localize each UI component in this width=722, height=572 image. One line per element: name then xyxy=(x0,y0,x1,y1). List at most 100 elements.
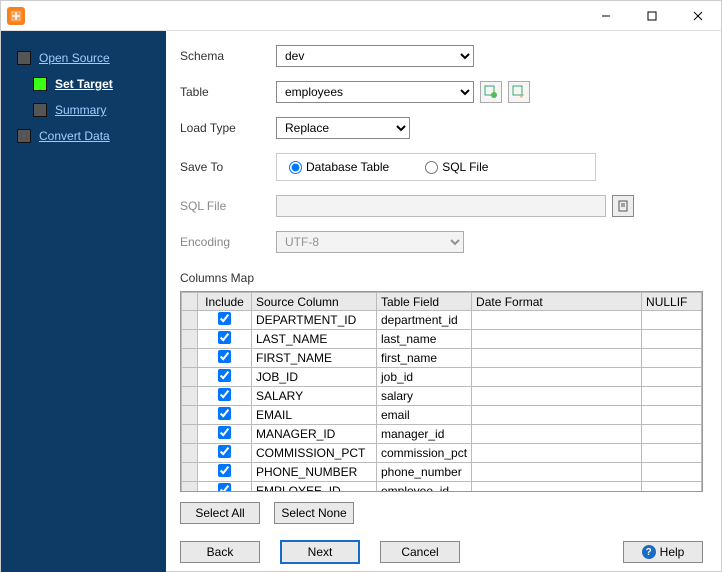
field-cell[interactable]: phone_number xyxy=(377,463,472,482)
nullif-cell[interactable] xyxy=(642,463,702,482)
sidebar-item-summary[interactable]: Summary xyxy=(1,97,166,123)
include-checkbox[interactable] xyxy=(218,426,231,439)
saveto-db-radio[interactable]: Database Table xyxy=(289,160,389,174)
include-cell[interactable] xyxy=(198,406,252,425)
include-checkbox[interactable] xyxy=(218,464,231,477)
table-row[interactable]: MANAGER_IDmanager_id xyxy=(182,425,702,444)
date-format-cell[interactable] xyxy=(472,330,642,349)
date-format-cell[interactable] xyxy=(472,387,642,406)
header-nullif[interactable]: NULLIF xyxy=(642,293,702,311)
maximize-button[interactable] xyxy=(629,1,675,31)
include-cell[interactable] xyxy=(198,425,252,444)
include-checkbox[interactable] xyxy=(218,331,231,344)
table-row[interactable]: SALARYsalary xyxy=(182,387,702,406)
include-cell[interactable] xyxy=(198,463,252,482)
radio-sql[interactable] xyxy=(425,161,438,174)
include-checkbox[interactable] xyxy=(218,483,231,492)
date-format-cell[interactable] xyxy=(472,311,642,330)
table-row[interactable]: PHONE_NUMBERphone_number xyxy=(182,463,702,482)
table-row[interactable]: JOB_IDjob_id xyxy=(182,368,702,387)
source-cell[interactable]: PHONE_NUMBER xyxy=(252,463,377,482)
header-source[interactable]: Source Column xyxy=(252,293,377,311)
nullif-cell[interactable] xyxy=(642,311,702,330)
source-cell[interactable]: EMAIL xyxy=(252,406,377,425)
close-button[interactable] xyxy=(675,1,721,31)
include-cell[interactable] xyxy=(198,311,252,330)
field-cell[interactable]: salary xyxy=(377,387,472,406)
table-row[interactable]: FIRST_NAMEfirst_name xyxy=(182,349,702,368)
source-cell[interactable]: DEPARTMENT_ID xyxy=(252,311,377,330)
source-cell[interactable]: SALARY xyxy=(252,387,377,406)
date-format-cell[interactable] xyxy=(472,463,642,482)
date-format-cell[interactable] xyxy=(472,425,642,444)
field-cell[interactable]: manager_id xyxy=(377,425,472,444)
source-cell[interactable]: FIRST_NAME xyxy=(252,349,377,368)
next-button[interactable]: Next xyxy=(280,540,360,564)
date-format-cell[interactable] xyxy=(472,444,642,463)
radio-db[interactable] xyxy=(289,161,302,174)
back-button[interactable]: Back xyxy=(180,541,260,563)
loadtype-select[interactable]: Replace xyxy=(276,117,410,139)
nullif-cell[interactable] xyxy=(642,406,702,425)
field-cell[interactable]: department_id xyxy=(377,311,472,330)
nullif-cell[interactable] xyxy=(642,425,702,444)
source-cell[interactable]: COMMISSION_PCT xyxy=(252,444,377,463)
sidebar-item-convert-data[interactable]: Convert Data xyxy=(1,123,166,149)
nullif-cell[interactable] xyxy=(642,368,702,387)
table-row[interactable]: COMMISSION_PCTcommission_pct xyxy=(182,444,702,463)
field-cell[interactable]: commission_pct xyxy=(377,444,472,463)
help-button[interactable]: ? Help xyxy=(623,541,703,563)
columns-grid[interactable]: Include Source Column Table Field Date F… xyxy=(180,291,703,492)
source-cell[interactable]: EMPLOYEE_ID xyxy=(252,482,377,493)
field-cell[interactable]: last_name xyxy=(377,330,472,349)
date-format-cell[interactable] xyxy=(472,482,642,493)
cancel-button[interactable]: Cancel xyxy=(380,541,460,563)
sidebar-item-set-target[interactable]: Set Target xyxy=(1,71,166,97)
include-cell[interactable] xyxy=(198,349,252,368)
include-checkbox[interactable] xyxy=(218,369,231,382)
schema-select[interactable]: dev xyxy=(276,45,474,67)
sidebar-item-label: Convert Data xyxy=(39,129,110,143)
nullif-cell[interactable] xyxy=(642,330,702,349)
source-cell[interactable]: MANAGER_ID xyxy=(252,425,377,444)
include-cell[interactable] xyxy=(198,482,252,493)
include-checkbox[interactable] xyxy=(218,407,231,420)
include-cell[interactable] xyxy=(198,368,252,387)
field-cell[interactable]: employee_id xyxy=(377,482,472,493)
saveto-sql-radio[interactable]: SQL File xyxy=(425,160,488,174)
nullif-cell[interactable] xyxy=(642,444,702,463)
include-cell[interactable] xyxy=(198,444,252,463)
nullif-cell[interactable] xyxy=(642,349,702,368)
minimize-button[interactable] xyxy=(583,1,629,31)
include-cell[interactable] xyxy=(198,387,252,406)
field-cell[interactable]: first_name xyxy=(377,349,472,368)
field-cell[interactable]: job_id xyxy=(377,368,472,387)
select-all-button[interactable]: Select All xyxy=(180,502,260,524)
header-include[interactable]: Include xyxy=(198,293,252,311)
table-row[interactable]: EMPLOYEE_IDemployee_id xyxy=(182,482,702,493)
field-cell[interactable]: email xyxy=(377,406,472,425)
source-cell[interactable]: LAST_NAME xyxy=(252,330,377,349)
table-row[interactable]: LAST_NAMElast_name xyxy=(182,330,702,349)
nullif-cell[interactable] xyxy=(642,482,702,493)
date-format-cell[interactable] xyxy=(472,368,642,387)
browse-button[interactable] xyxy=(612,195,634,217)
include-cell[interactable] xyxy=(198,330,252,349)
date-format-cell[interactable] xyxy=(472,406,642,425)
select-none-button[interactable]: Select None xyxy=(274,502,354,524)
include-checkbox[interactable] xyxy=(218,350,231,363)
date-format-cell[interactable] xyxy=(472,349,642,368)
table-select[interactable]: employees xyxy=(276,81,474,103)
header-field[interactable]: Table Field xyxy=(377,293,472,311)
include-checkbox[interactable] xyxy=(218,388,231,401)
new-table-button[interactable] xyxy=(480,81,502,103)
nullif-cell[interactable] xyxy=(642,387,702,406)
sidebar-item-open-source[interactable]: Open Source xyxy=(1,45,166,71)
edit-table-button[interactable] xyxy=(508,81,530,103)
table-row[interactable]: DEPARTMENT_IDdepartment_id xyxy=(182,311,702,330)
include-checkbox[interactable] xyxy=(218,445,231,458)
header-date[interactable]: Date Format xyxy=(472,293,642,311)
table-row[interactable]: EMAILemail xyxy=(182,406,702,425)
include-checkbox[interactable] xyxy=(218,312,231,325)
source-cell[interactable]: JOB_ID xyxy=(252,368,377,387)
